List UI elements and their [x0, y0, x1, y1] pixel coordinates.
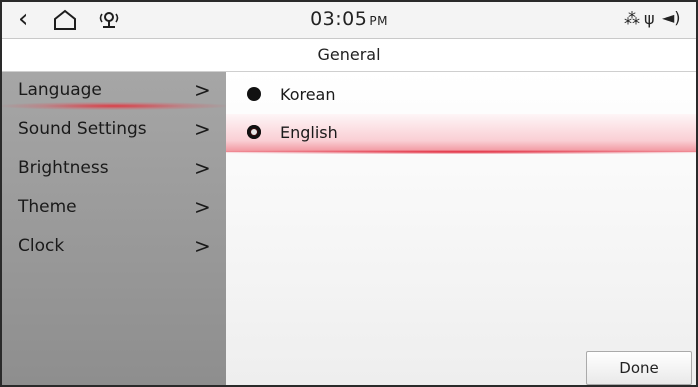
page-title: General [2, 39, 696, 72]
sidebar-item-label: Sound Settings [18, 119, 147, 139]
sidebar-item-language[interactable]: Language > [2, 72, 226, 110]
chevron-right-icon: > [194, 156, 211, 180]
sidebar-item-sound-settings[interactable]: Sound Settings > [2, 111, 226, 149]
settings-sidebar: Language > Sound Settings > Brightness >… [2, 72, 226, 385]
language-option-korean[interactable]: Korean [226, 76, 696, 114]
sidebar-item-label: Language [18, 80, 102, 100]
clock-ampm: PM [369, 14, 388, 28]
language-options-panel: Korean English [226, 72, 696, 385]
sidebar-item-clock[interactable]: Clock > [2, 228, 226, 266]
screen-frame: ‹ 03:05 PM ⁂ ψ ◄) General Language > Sou… [0, 0, 698, 387]
clock-time: 03:05 [310, 8, 368, 30]
sidebar-item-brightness[interactable]: Brightness > [2, 150, 226, 188]
status-bar: ‹ 03:05 PM ⁂ ψ ◄) [2, 2, 696, 39]
sidebar-item-theme[interactable]: Theme > [2, 189, 226, 227]
sidebar-item-label: Clock [18, 236, 65, 256]
option-label: English [280, 123, 338, 142]
chevron-right-icon: > [194, 78, 211, 102]
usb-icon: ψ [644, 9, 655, 28]
chevron-right-icon: > [194, 195, 211, 219]
radio-button-selected-icon[interactable] [247, 125, 261, 139]
language-option-english[interactable]: English [226, 114, 696, 154]
radio-button-icon[interactable] [247, 87, 261, 101]
clock-display: 03:05 PM [2, 8, 696, 30]
bluetooth-icon: ⁂ [624, 9, 640, 28]
done-button[interactable]: Done [586, 351, 692, 385]
speaker-icon: ◄) [662, 8, 681, 27]
sidebar-item-label: Brightness [18, 158, 109, 178]
sidebar-item-label: Theme [18, 197, 77, 217]
option-label: Korean [280, 85, 336, 104]
chevron-right-icon: > [194, 117, 211, 141]
chevron-right-icon: > [194, 234, 211, 258]
